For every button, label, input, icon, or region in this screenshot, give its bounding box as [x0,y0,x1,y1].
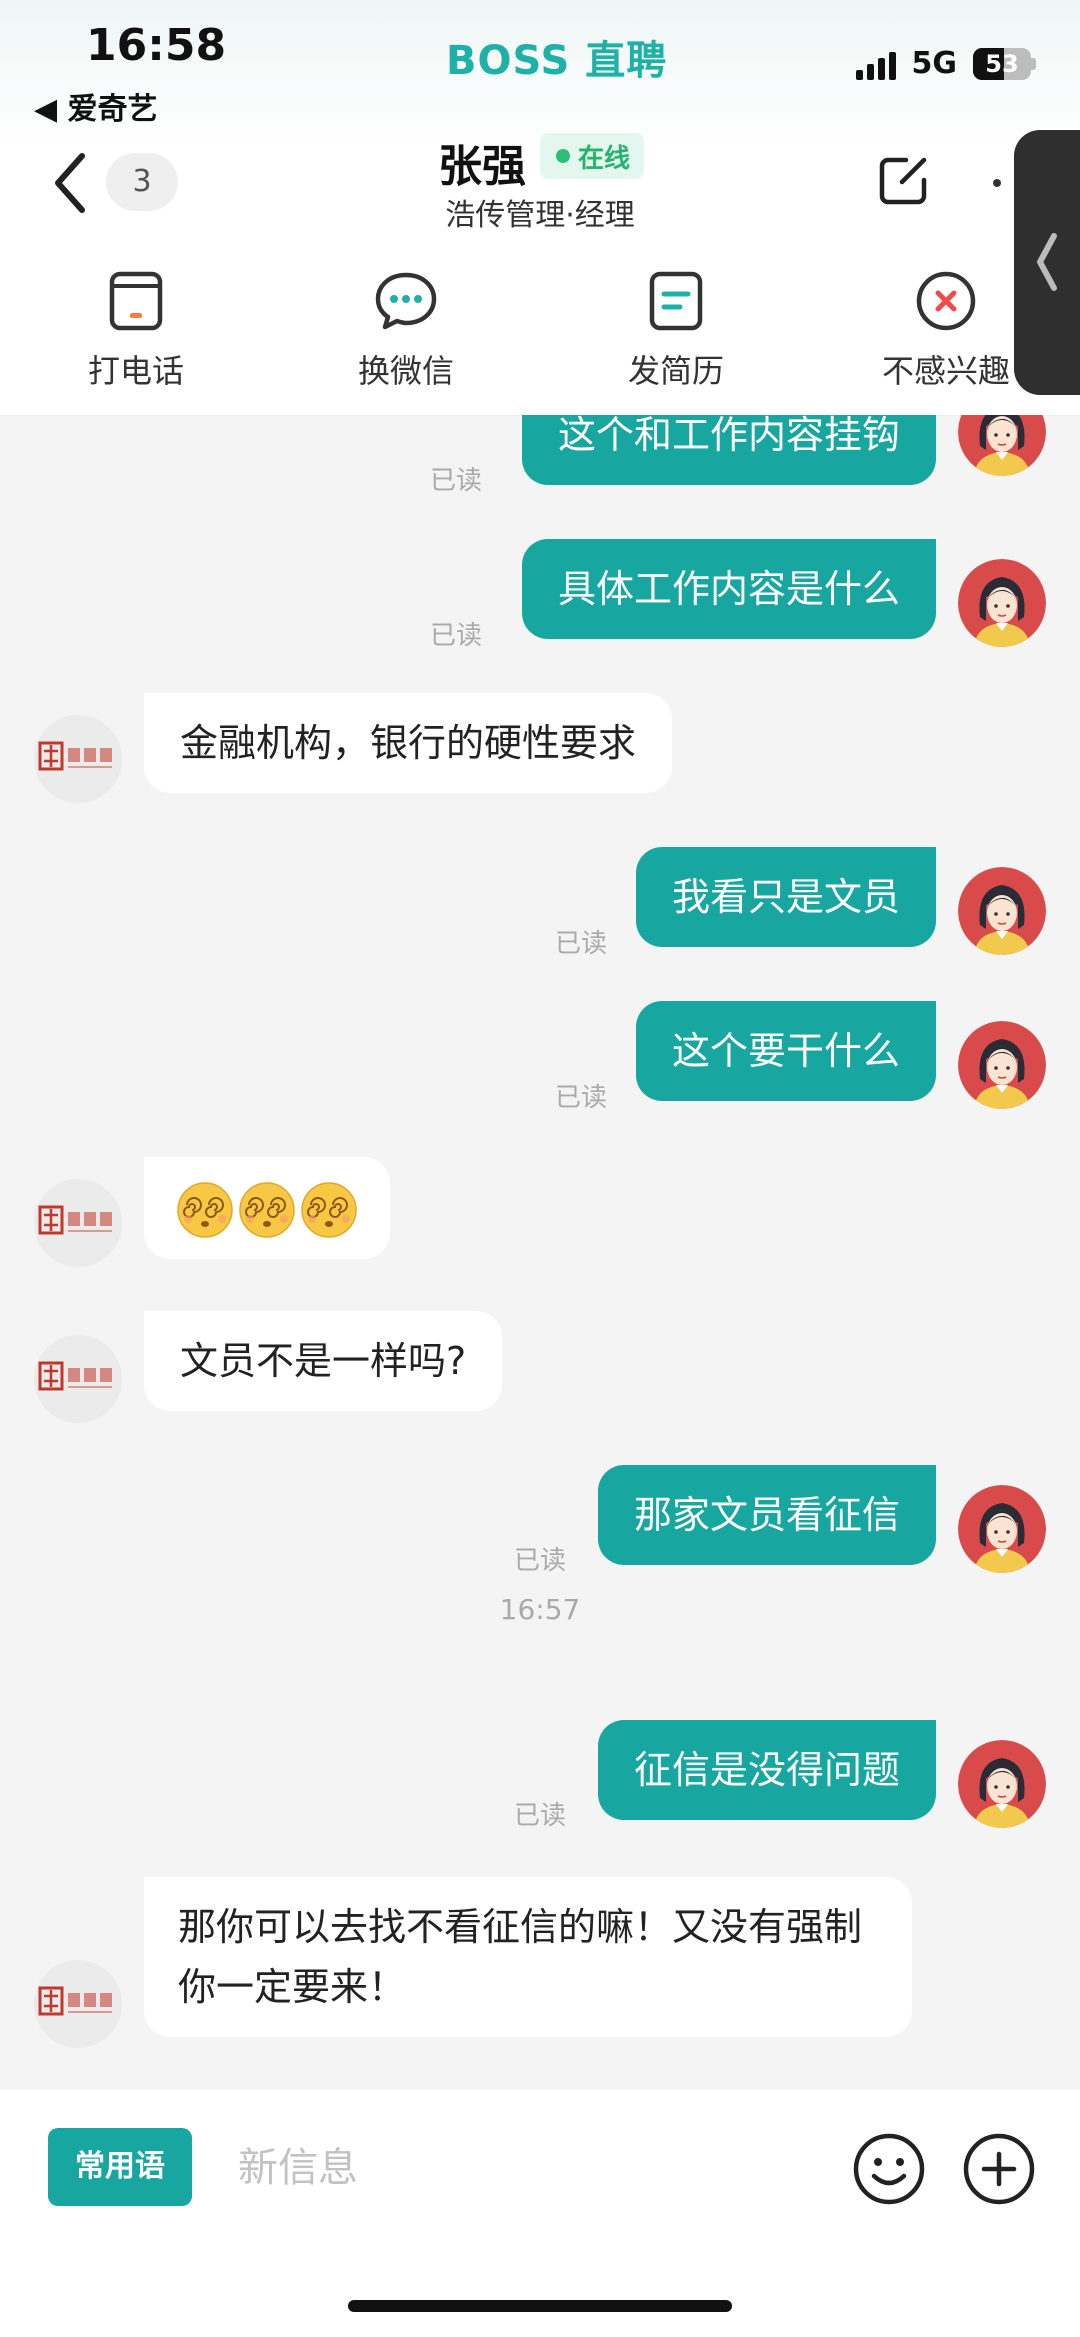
message-input[interactable] [236,2128,820,2208]
message-timestamp: 16:57 [499,1593,581,1626]
wechat-icon [375,272,437,330]
chat-header: 16:58 ◀ 爱奇艺 BOSS 直聘 5G 53 3 张强 在线 浩传管理·经… [0,0,1080,416]
my-avatar[interactable] [958,415,1046,476]
quick-phrases-button[interactable]: 常用语 [48,2128,192,2206]
resume-action-button[interactable]: 发简历 [586,268,766,392]
message-list[interactable]: 已读 这个和工作内容挂钩 已读 具体工作内容是什么 金融机构，银行的硬性要求 已… [0,415,1080,2090]
online-label: 在线 [578,143,631,174]
read-receipt: 已读 [430,466,483,496]
my-avatar[interactable] [958,1740,1046,1828]
contact-name: 张强 [438,141,526,192]
read-receipt: 已读 [514,1801,567,1831]
contact-avatar[interactable] [34,1335,122,1423]
resume-action-label: 发简历 [627,352,724,390]
message-bubble-incoming[interactable]: 文员不是一样吗? [144,1311,503,1411]
read-receipt: 已读 [514,1546,567,1576]
my-avatar[interactable] [958,559,1046,647]
read-receipt: 已读 [555,1083,608,1113]
dizzy-face-icon [176,1181,234,1239]
call-action-label: 打电话 [87,352,184,390]
not-interested-action-button[interactable]: 不感兴趣 [856,268,1036,392]
wechat-action-label: 换微信 [357,352,454,390]
not-interested-icon [916,271,976,331]
message-bubble-outgoing[interactable]: 具体工作内容是什么 [521,539,936,639]
home-indicator[interactable] [348,2300,732,2312]
wechat-action-button[interactable]: 换微信 [316,268,496,392]
resume-icon [649,271,703,331]
read-receipt: 已读 [430,621,483,651]
online-dot-icon [556,149,570,163]
my-avatar[interactable] [958,867,1046,955]
read-receipt: 已读 [555,929,608,959]
my-avatar[interactable] [958,1021,1046,1109]
dizzy-face-icon [300,1181,358,1239]
phone-icon [109,271,163,331]
emoji-icon[interactable] [852,2132,926,2206]
my-avatar[interactable] [958,1485,1046,1573]
message-bubble-outgoing[interactable]: 那家文员看征信 [597,1465,936,1565]
call-action-button[interactable]: 打电话 [46,268,226,392]
message-bubble-outgoing[interactable]: 我看只是文员 [635,847,936,947]
status-indicators: 5G 53 [855,46,1036,81]
battery-icon: 53 [973,47,1036,80]
message-bubble-outgoing[interactable]: 这个和工作内容挂钩 [521,415,936,485]
more-options-icon[interactable] [993,179,1001,187]
contact-avatar[interactable] [34,1179,122,1267]
add-icon[interactable] [962,2132,1036,2206]
battery-percent: 53 [985,49,1019,78]
back-to-app-link[interactable]: ◀ 爱奇艺 [34,84,158,128]
contact-avatar[interactable] [34,715,122,803]
message-bubble-incoming[interactable] [144,1157,390,1259]
message-bubble-outgoing[interactable]: 这个要干什么 [635,1001,936,1101]
network-type: 5G [911,46,958,81]
signal-icon [855,48,896,80]
online-status-badge: 在线 [540,133,645,179]
message-bubble-incoming[interactable]: 金融机构，银行的硬性要求 [144,693,673,793]
contact-avatar[interactable] [34,1960,122,2048]
edit-icon[interactable] [876,152,932,208]
status-time: 16:58 [86,20,227,71]
message-bubble-outgoing[interactable]: 征信是没得问题 [597,1720,936,1820]
message-bubble-incoming[interactable]: 那你可以去找不看征信的嘛！又没有强制你一定要来！ [144,1877,912,2037]
brand-name: BOSS 直聘 [446,38,668,84]
not-interested-action-label: 不感兴趣 [881,352,1010,390]
dizzy-face-icon [238,1181,296,1239]
